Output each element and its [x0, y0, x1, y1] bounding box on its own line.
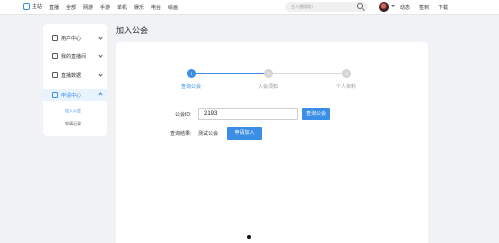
chevron-down-icon[interactable] [391, 5, 395, 7]
page-title: 加入公会 [116, 26, 148, 35]
step-3-label: 个人资料 [336, 84, 357, 90]
tv-icon [52, 53, 58, 59]
nav-item[interactable]: 网游 [83, 4, 100, 11]
step-connector [196, 73, 264, 74]
guild-id-input[interactable]: 2193 [198, 108, 298, 120]
nav-item[interactable]: 手游 [100, 4, 117, 11]
chevron-down-icon [98, 53, 103, 58]
sidebar-item-live-data[interactable]: 直播数据 [52, 70, 103, 80]
search-placeholder: 主人想搜啥? [291, 4, 314, 9]
home-link[interactable]: 主站 [23, 3, 42, 10]
step-3-dot: 3 [342, 69, 351, 78]
sidebar-item-label: 申请中心 [61, 92, 82, 99]
nav-item[interactable]: 单机 [117, 4, 134, 11]
dynamics-link[interactable]: 动态 [400, 4, 419, 11]
step-1-dot: 1 [187, 69, 196, 78]
sidebar-item-label: 用户中心 [61, 35, 82, 42]
main-nav: 直播 全部 网游 手游 单机 娱乐 电台 绘画 [49, 4, 185, 11]
nav-item[interactable]: 娱乐 [134, 4, 151, 11]
sidebar-subitem-apply-records[interactable]: 申请记录 [65, 121, 81, 127]
query-guild-button[interactable]: 查询公会 [302, 108, 330, 120]
nav-item[interactable]: 直播 [49, 4, 66, 11]
step-1-label: 查询公会 [181, 84, 202, 90]
download-link[interactable]: 下载 [438, 4, 457, 11]
apply-join-button[interactable]: 申请加入 [227, 127, 262, 140]
result-value: 测试公会 [198, 131, 219, 137]
step-connector [272, 73, 342, 74]
nav-item[interactable]: 全部 [66, 4, 83, 11]
checkin-link[interactable]: 签到 [419, 4, 438, 11]
sidebar-item-apply-center[interactable]: 申请中心 [43, 89, 107, 101]
search-icon[interactable] [357, 3, 363, 9]
logo-icon [23, 3, 30, 10]
step-2-dot: 2 [264, 69, 273, 78]
chart-icon [52, 72, 58, 78]
sidebar: 用户中心 我的直播间 直播数据 申请中心 加入公会 申请记录 [43, 24, 107, 136]
avatar[interactable] [379, 2, 389, 12]
apply-icon [52, 92, 58, 98]
search-input[interactable]: 主人想搜啥? [285, 2, 368, 12]
sidebar-item-label: 我的直播间 [61, 53, 87, 60]
sidebar-item-my-room[interactable]: 我的直播间 [52, 51, 103, 61]
step-2-label: 入会须知 [258, 84, 279, 90]
sidebar-item-label: 直播数据 [61, 72, 82, 79]
top-nav-bar: 主站 直播 全部 网游 手游 单机 娱乐 电台 绘画 主人想搜啥? 动态 签到 … [0, 0, 499, 15]
chevron-down-icon [98, 72, 103, 77]
home-label: 主站 [32, 4, 43, 10]
sidebar-item-user-center[interactable]: 用户中心 [52, 33, 103, 43]
user-links: 动态 签到 下载 [400, 4, 457, 11]
sidebar-subitem-join-guild[interactable]: 加入公会 [65, 108, 81, 114]
cursor-icon [247, 235, 251, 239]
nav-item[interactable]: 电台 [151, 4, 168, 11]
guild-id-label: 公会ID: [175, 112, 192, 118]
user-icon [52, 35, 58, 41]
result-label: 查询结果: [170, 131, 192, 137]
chevron-down-icon [98, 35, 103, 40]
nav-item[interactable]: 绘画 [168, 4, 185, 11]
chevron-up-icon [98, 92, 103, 97]
